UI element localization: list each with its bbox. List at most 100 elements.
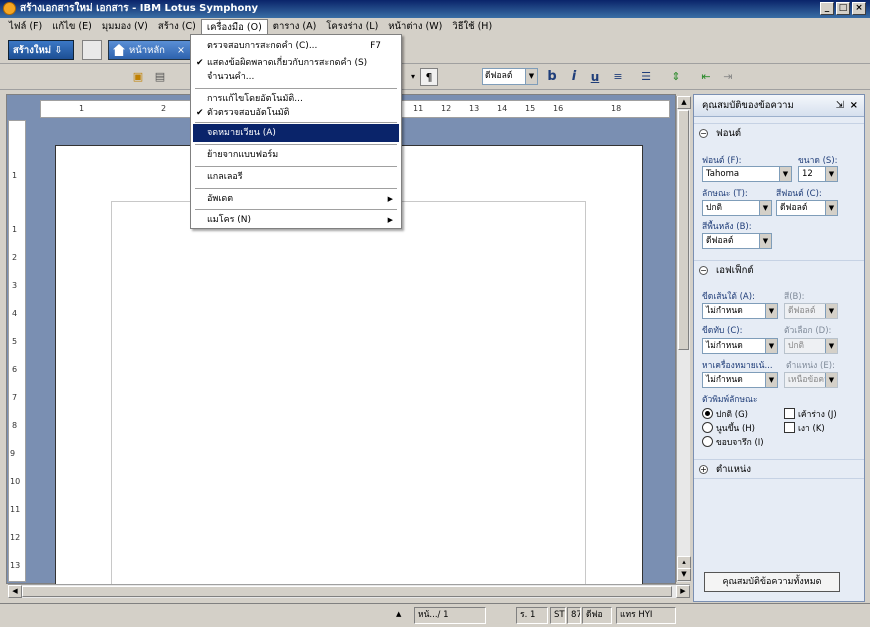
underline-select[interactable]: ไม่กำหนด ▼ (702, 303, 778, 319)
menu-bar: ไฟล์ (F) แก้ไข (E) มุมมอง (V) สร้าง (C) … (0, 18, 870, 36)
underline-label: ขีดเส้นใต้ (A): (702, 292, 755, 302)
underline-color-label: สี(B): (784, 292, 805, 302)
scroll-right-icon[interactable]: ▶ (676, 585, 690, 598)
chevron-down-icon: ▼ (765, 373, 777, 387)
italic-button[interactable]: i (567, 68, 581, 86)
scroll-up-icon[interactable]: ▲ (677, 96, 691, 109)
font-size-select[interactable]: 12 ▼ (798, 166, 838, 182)
menu-layout[interactable]: โครงร่าง (L) (321, 19, 383, 35)
horizontal-scrollbar[interactable]: ◀ ▶ (8, 584, 690, 598)
tools-menu: ตรวจสอบการสะกดคำ (C)... F7 ✔ แสดงข้อผิดพ… (190, 34, 402, 229)
scroll-thumb[interactable] (678, 110, 689, 350)
line-spacing-icon[interactable]: ⇕ (668, 68, 684, 86)
collapse-icon: − (699, 129, 708, 138)
close-button[interactable]: × (852, 2, 866, 15)
font-color-select[interactable]: ดีฟอลต์ ▼ (776, 200, 838, 216)
menu-file[interactable]: ไฟล์ (F) (4, 19, 47, 35)
decrease-indent-icon[interactable]: ⇤ (698, 68, 714, 86)
menu-macro[interactable]: แมโคร (N) ▶ (193, 211, 399, 229)
menu-edit[interactable]: แก้ไข (E) (47, 19, 97, 35)
ruler-tick: 11 (10, 505, 21, 514)
font-color-label: สีฟอนต์ (C): (776, 189, 822, 199)
maximize-button[interactable]: □ (836, 2, 850, 15)
panel-close-icon[interactable]: × (850, 95, 858, 117)
align-icon[interactable]: ≡ (610, 68, 626, 86)
window-controls: _ □ × (820, 2, 866, 15)
underline-button[interactable]: u (588, 68, 602, 86)
ruler-tick: 15 (525, 104, 536, 113)
bullet-list-icon[interactable]: ☰ (638, 68, 654, 86)
ruler-tick: 10 (10, 477, 21, 486)
bold-button[interactable]: b (545, 68, 559, 86)
window-title: สร้างเอกสารใหม่ เอกสาร - IBM Lotus Symph… (20, 3, 259, 14)
scroll-thumb[interactable] (22, 586, 672, 597)
scroll-down-icon[interactable]: ▼ (677, 568, 691, 581)
panel-pin-icon[interactable]: ⇲ (836, 95, 844, 117)
effects-section-header[interactable]: − เอฟเฟ็กต์ (694, 260, 864, 280)
menu-view[interactable]: มุมมอง (V) (97, 19, 153, 35)
position-section-header[interactable]: + ตำแหน่ง (694, 459, 864, 479)
menu-separator (195, 122, 397, 123)
vertical-scrollbar[interactable]: ▲ ▴ ▼ (676, 96, 691, 582)
save-icon[interactable]: ▤ (152, 68, 168, 86)
radio-engraved[interactable]: ขอบจารึก (I) (702, 435, 764, 449)
page-count: หน้.../ 1 (414, 607, 486, 624)
ruler-tick: 8 (12, 421, 18, 430)
strikethrough-label: ขีดทับ (C): (702, 326, 743, 336)
all-text-properties-button[interactable]: คุณสมบัติข้อความทั้งหมด (704, 572, 840, 592)
ruler-tick: 13 (10, 561, 21, 570)
ruler-tick: 2 (161, 104, 167, 113)
ruler-tick: 4 (12, 309, 18, 318)
ruler-tick: 7 (12, 393, 18, 402)
size-label: ขนาด (S): (798, 156, 838, 166)
strikethrough-select[interactable]: ไม่กำหนด ▼ (702, 338, 778, 354)
new-document-button[interactable]: สร้างใหม่ ⇩ (8, 40, 74, 60)
chevron-down-icon: ▼ (825, 304, 837, 318)
menu-tools[interactable]: เครื่องมือ (O) (200, 19, 268, 35)
background-label: สีพื้นหลัง (B): (702, 222, 752, 232)
menu-create[interactable]: สร้าง (C) (153, 19, 201, 35)
font-label: ฟอนต์ (F): (702, 156, 742, 166)
menu-update[interactable]: อัพเดต ▶ (193, 190, 399, 208)
increase-indent-icon[interactable]: ⇥ (720, 68, 736, 86)
checkbox-outline[interactable]: เค้าร่าง (J) (784, 407, 837, 421)
chevron-down-icon: ▼ (525, 69, 537, 84)
paragraph-marks-button[interactable]: ¶ (420, 68, 438, 86)
radio-raised[interactable]: นูนขึ้น (H) (702, 421, 755, 435)
underline-color-select: ดีฟอลต์ ▼ (784, 303, 838, 319)
ruler-tick: 12 (10, 533, 21, 542)
menu-table[interactable]: ตาราง (A) (268, 19, 322, 35)
chevron-down-icon: ▼ (765, 339, 777, 353)
menu-window[interactable]: หน้าต่าง (W) (383, 19, 447, 35)
minimize-button[interactable]: _ (820, 2, 834, 15)
zoom-level: ร. 1 (516, 607, 548, 624)
scroll-up-icon[interactable]: ▲ (396, 610, 401, 618)
menu-help[interactable]: วิธีใช้ (H) (447, 19, 497, 35)
tab-home[interactable]: หน้าหลัก × (108, 40, 192, 60)
paragraph-style-select[interactable]: ดีฟอลต์ ▼ (482, 68, 538, 85)
menu-migrate-form[interactable]: ย้ายจากแบบฟอร์ม (193, 146, 399, 164)
font-name-select[interactable]: Tahoma ▼ (702, 166, 792, 182)
background-color-select[interactable]: ดีฟอลต์ ▼ (702, 233, 772, 249)
copy-icon[interactable] (82, 40, 102, 60)
radio-normal[interactable]: ปกติ (G) (702, 407, 748, 421)
menu-spellcheck[interactable]: ตรวจสอบการสะกดคำ (C)... F7 (193, 37, 399, 55)
app-icon (3, 2, 16, 15)
open-folder-icon[interactable]: ▣ (130, 68, 146, 86)
scroll-left-icon[interactable]: ◀ (8, 585, 22, 598)
font-section-header[interactable]: − ฟอนต์ (694, 123, 864, 143)
menu-gallery[interactable]: แกลเลอรี (193, 168, 399, 186)
status-st: ST (550, 607, 566, 624)
menu-separator (195, 166, 397, 167)
dropdown-arrow-icon[interactable]: ▾ (408, 68, 418, 86)
checkbox-shadow[interactable]: เงา (K) (784, 421, 825, 435)
ruler-tick: 2 (12, 253, 18, 262)
text-properties-panel: คุณสมบัติของข้อความ ⇲ × − ฟอนต์ ฟอนต์ (F… (693, 94, 865, 602)
ruler-tick: 1 (12, 225, 18, 234)
emphasis-select[interactable]: ไม่กำหนด ▼ (702, 372, 778, 388)
menu-auto-checker[interactable]: ✔ ตัวตรวจสอบอัตโนมัติ (193, 104, 399, 122)
menu-word-count[interactable]: จำนวนคำ... (193, 68, 399, 86)
font-style-select[interactable]: ปกติ ▼ (702, 200, 772, 216)
tab-close-icon[interactable]: × (177, 41, 185, 61)
menu-mail-merge[interactable]: จดหมายเวียน (A) (193, 124, 399, 142)
